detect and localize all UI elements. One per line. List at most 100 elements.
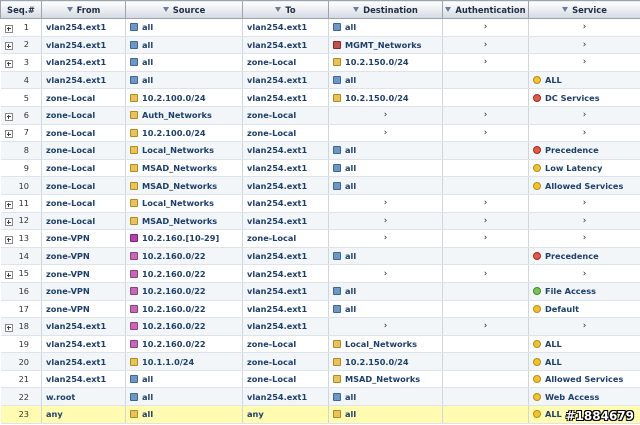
table-row[interactable]: 22 w.root all vlan254.ext1 all Web Access [0,387,640,407]
destination-cell[interactable]: › [328,212,443,231]
table-row[interactable]: 10 zone-Local MSAD_Networks vlan254.ext1 all… [0,176,640,195]
destination-cell[interactable]: › [328,194,443,213]
service-cell[interactable]: Allowed Services [528,176,640,195]
to-cell[interactable]: vlan254.ext1 [242,88,329,107]
destination-cell[interactable]: all [328,247,443,266]
from-cell[interactable]: vlan254.ext1 [41,18,126,37]
source-cell[interactable]: Local_Networks [125,194,243,213]
authentication-cell[interactable] [442,141,529,160]
from-cell[interactable]: zone-Local [41,88,126,107]
source-cell[interactable]: all [125,387,243,407]
filter-icon[interactable] [562,6,569,12]
to-cell[interactable]: zone-Local [242,53,329,72]
service-cell[interactable]: › [528,212,640,231]
service-cell[interactable]: Allowed Services [528,370,640,389]
from-cell[interactable]: vlan254.ext1 [41,36,126,55]
source-cell[interactable]: 10.2.100.0/24 [125,88,243,107]
table-row[interactable]: 19 vlan254.ext1 10.2.160.0/22 zone-Local Loc… [0,335,640,354]
from-cell[interactable]: zone-Local [41,159,126,178]
service-cell[interactable]: File Access [528,282,640,301]
seq-cell[interactable]: 4 [0,71,42,90]
authentication-cell[interactable] [442,282,529,301]
from-cell[interactable]: zone-Local [41,194,126,213]
destination-cell[interactable]: all [328,141,443,160]
to-cell[interactable]: zone-Local [242,124,329,143]
column-header-service[interactable]: Service [528,0,640,19]
authentication-cell[interactable]: › [442,106,529,125]
destination-cell[interactable]: 10.2.150.0/24 [328,352,443,371]
to-cell[interactable]: vlan254.ext1 [242,159,329,178]
expand-icon[interactable] [4,218,13,227]
filter-icon[interactable] [445,6,452,12]
destination-cell[interactable]: all [328,300,443,319]
expand-icon[interactable] [4,112,13,121]
expand-icon[interactable] [4,130,13,139]
service-cell[interactable]: ALL [528,335,640,354]
from-cell[interactable]: zone-Local [41,106,126,125]
seq-cell[interactable]: 3 [0,53,42,72]
to-cell[interactable]: zone-Local [242,352,329,371]
filter-icon[interactable] [162,6,169,12]
expand-icon[interactable] [4,271,13,280]
source-cell[interactable]: 10.2.160.0/22 [125,247,243,266]
service-cell[interactable]: › [528,124,640,143]
table-row[interactable]: 14 zone-VPN 10.2.160.0/22 vlan254.ext1 all Pr… [0,247,640,266]
table-row[interactable]: 5 zone-Local 10.2.100.0/24 vlan254.ext1 10.2… [0,88,640,107]
destination-cell[interactable]: all [328,71,443,90]
destination-cell[interactable]: › [328,229,443,248]
authentication-cell[interactable] [442,159,529,178]
column-header-authentication[interactable]: Authentication [442,0,529,19]
from-cell[interactable]: zone-Local [41,212,126,231]
seq-cell[interactable]: 23 [0,405,42,424]
table-row[interactable]: 8 zone-Local Local_Networks vlan254.ext1 all… [0,141,640,160]
from-cell[interactable]: w.root [41,387,126,407]
source-cell[interactable]: MSAD_Networks [125,212,243,231]
expand-icon[interactable] [4,24,13,33]
source-cell[interactable]: MSAD_Networks [125,176,243,195]
from-cell[interactable]: vlan254.ext1 [41,335,126,354]
authentication-cell[interactable]: › [442,229,529,248]
to-cell[interactable]: vlan254.ext1 [242,141,329,160]
service-cell[interactable]: › [528,18,640,37]
to-cell[interactable]: any [242,405,329,424]
authentication-cell[interactable] [442,176,529,195]
table-row[interactable]: 4 vlan254.ext1 all vlan254.ext1 all ALL [0,71,640,90]
to-cell[interactable]: vlan254.ext1 [242,317,329,336]
expand-icon[interactable] [4,59,13,68]
column-header-destination[interactable]: Destination [328,0,443,19]
to-cell[interactable]: zone-Local [242,370,329,389]
seq-cell[interactable]: 8 [0,141,42,160]
to-cell[interactable]: zone-Local [242,229,329,248]
authentication-cell[interactable]: › [442,53,529,72]
source-cell[interactable]: 10.2.160.0/22 [125,282,243,301]
filter-icon[interactable] [66,6,73,12]
column-header-from[interactable]: From [41,0,126,19]
to-cell[interactable]: vlan254.ext1 [242,247,329,266]
table-row[interactable]: 15 zone-VPN 10.2.160.0/22 vlan254.ext1 › › › [0,264,640,283]
to-cell[interactable]: vlan254.ext1 [242,300,329,319]
destination-cell[interactable]: MSAD_Networks [328,370,443,389]
seq-cell[interactable]: 12 [0,212,42,231]
from-cell[interactable]: vlan254.ext1 [41,53,126,72]
table-row[interactable]: 11 zone-Local Local_Networks vlan254.ext1 › ›… [0,194,640,213]
to-cell[interactable]: vlan254.ext1 [242,36,329,55]
seq-cell[interactable]: 17 [0,300,42,319]
seq-cell[interactable]: 14 [0,247,42,266]
table-row[interactable]: 7 zone-Local 10.2.100.0/24 zone-Local › › › [0,124,640,143]
table-row[interactable]: 12 zone-Local MSAD_Networks vlan254.ext1 › › › [0,212,640,231]
expand-icon[interactable] [4,323,13,332]
service-cell[interactable]: › [528,194,640,213]
service-cell[interactable]: › [528,53,640,72]
source-cell[interactable]: 10.2.160.0/22 [125,317,243,336]
authentication-cell[interactable]: › [442,18,529,37]
authentication-cell[interactable]: › [442,194,529,213]
source-cell[interactable]: all [125,370,243,389]
to-cell[interactable]: vlan254.ext1 [242,18,329,37]
to-cell[interactable]: vlan254.ext1 [242,71,329,90]
service-cell[interactable]: › [528,106,640,125]
seq-cell[interactable]: 16 [0,282,42,301]
source-cell[interactable]: all [125,405,243,424]
destination-cell[interactable]: MGMT_Networks [328,36,443,55]
service-cell[interactable]: › [528,229,640,248]
destination-cell[interactable]: all [328,282,443,301]
